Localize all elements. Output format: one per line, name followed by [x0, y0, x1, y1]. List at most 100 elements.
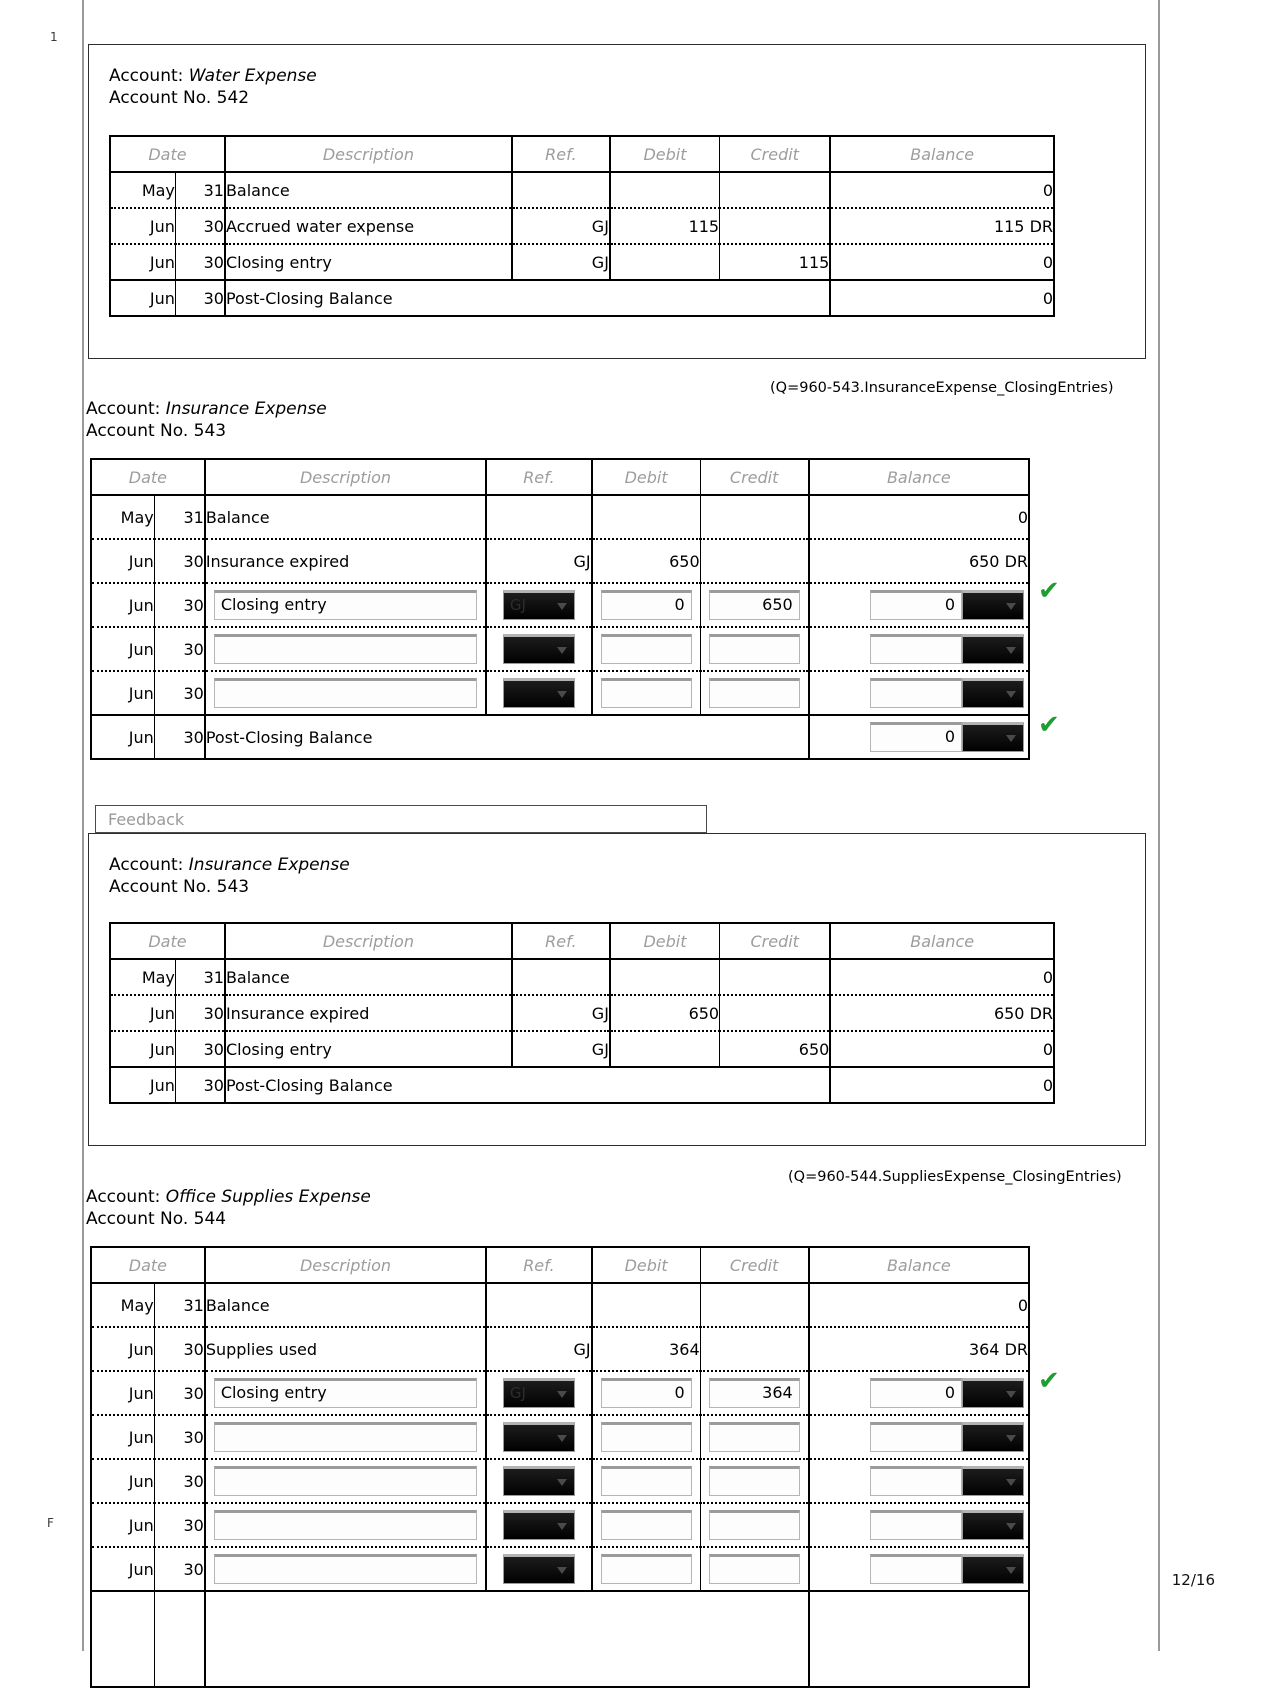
cell-credit-input[interactable]: 364: [699, 1371, 809, 1415]
cell-credit: 650: [719, 1031, 831, 1067]
cell-description-input[interactable]: [203, 627, 487, 671]
debit-input[interactable]: [600, 634, 692, 664]
ref-select[interactable]: [502, 1554, 575, 1584]
balance-direction-select[interactable]: [962, 1422, 1024, 1452]
credit-input[interactable]: [708, 1422, 800, 1452]
cell-ref-select[interactable]: [485, 1459, 592, 1503]
cell-credit-input[interactable]: 650: [699, 583, 809, 627]
balance-input[interactable]: [870, 1510, 962, 1540]
cell-balance-input[interactable]: 0: [807, 1371, 1029, 1415]
cell-debit-input[interactable]: [590, 1503, 701, 1547]
cell-balance-input[interactable]: [807, 671, 1029, 715]
cell-credit-input[interactable]: [699, 627, 809, 671]
cell-balance-input[interactable]: 0: [807, 583, 1029, 627]
cell-description-input[interactable]: [203, 1415, 487, 1459]
cell-balance-input[interactable]: [807, 1459, 1029, 1503]
cell-description-input[interactable]: [203, 671, 487, 715]
debit-input[interactable]: [600, 1510, 692, 1540]
cell-debit-input[interactable]: [590, 627, 701, 671]
cell-debit-input[interactable]: 0: [590, 1371, 701, 1415]
cell-credit-input[interactable]: [699, 1415, 809, 1459]
balance-direction-select[interactable]: [962, 1378, 1024, 1408]
balance-input[interactable]: [870, 634, 962, 664]
description-input[interactable]: Closing entry: [213, 590, 478, 620]
cell-ref-select[interactable]: [485, 1415, 592, 1459]
balance-input[interactable]: 0: [870, 722, 962, 752]
credit-input[interactable]: 650: [708, 590, 800, 620]
balance-input[interactable]: [870, 678, 962, 708]
cell-balance-input[interactable]: [807, 1547, 1029, 1591]
description-input[interactable]: [213, 1422, 478, 1452]
ledger-table: Date Description Ref. Debit Credit Balan…: [109, 922, 1055, 1104]
balance-direction-select[interactable]: [962, 1466, 1024, 1496]
description-input[interactable]: [213, 678, 478, 708]
debit-input[interactable]: [600, 1422, 692, 1452]
balance-direction-select[interactable]: [962, 634, 1024, 664]
balance-direction-select[interactable]: [962, 678, 1024, 708]
cell-balance-input[interactable]: [807, 1415, 1029, 1459]
credit-input[interactable]: [708, 678, 800, 708]
table-header-row: Date Description Ref. Debit Credit Balan…: [110, 136, 1054, 172]
ref-select[interactable]: [502, 1422, 575, 1452]
cell-description-input[interactable]: [203, 1459, 487, 1503]
credit-input[interactable]: [708, 1466, 800, 1496]
debit-input[interactable]: 0: [600, 590, 692, 620]
debit-input[interactable]: [600, 1554, 692, 1584]
description-input[interactable]: Closing entry: [213, 1378, 478, 1408]
cell-ref-select[interactable]: [485, 1547, 592, 1591]
cell-description: Balance: [203, 1283, 487, 1327]
cell-ref-select[interactable]: GJ: [485, 1371, 592, 1415]
balance-input[interactable]: 0: [870, 1378, 962, 1408]
credit-input[interactable]: [708, 634, 800, 664]
cell-debit-input[interactable]: 0: [590, 583, 701, 627]
balance-input[interactable]: [870, 1466, 962, 1496]
balance-direction-select[interactable]: [962, 1510, 1024, 1540]
description-input[interactable]: [213, 1554, 478, 1584]
cell-ref-select[interactable]: GJ: [485, 583, 592, 627]
table-row: May 31 Balance 0: [110, 172, 1054, 208]
cell-ref-select[interactable]: [485, 671, 592, 715]
cell-ref-select[interactable]: [485, 1503, 592, 1547]
debit-input[interactable]: 0: [600, 1378, 692, 1408]
cell-description-input[interactable]: Closing entry: [203, 1371, 487, 1415]
cell-day: 30: [153, 671, 205, 715]
balance-input[interactable]: [870, 1422, 962, 1452]
cell-balance-input[interactable]: [807, 627, 1029, 671]
description-input[interactable]: [213, 1466, 478, 1496]
ref-select[interactable]: [502, 1510, 575, 1540]
credit-input[interactable]: 364: [708, 1378, 800, 1408]
cell-description-input[interactable]: [203, 1503, 487, 1547]
balance-input[interactable]: 0: [870, 590, 962, 620]
cell-credit-input[interactable]: [699, 671, 809, 715]
credit-input[interactable]: [708, 1554, 800, 1584]
cell-debit-input[interactable]: [590, 1415, 701, 1459]
debit-input[interactable]: [600, 1466, 692, 1496]
balance-direction-select[interactable]: [962, 1554, 1024, 1584]
debit-input[interactable]: [600, 678, 692, 708]
cell-debit-input[interactable]: [590, 1459, 701, 1503]
account-title: Account: Insurance Expense: [109, 854, 350, 876]
ref-select[interactable]: GJ: [502, 590, 575, 620]
ref-select[interactable]: [502, 634, 575, 664]
feedback-input[interactable]: Feedback: [95, 805, 707, 833]
credit-input[interactable]: [708, 1510, 800, 1540]
cell-balance-input[interactable]: 0: [807, 715, 1029, 759]
cell-credit-input[interactable]: [699, 1459, 809, 1503]
balance-direction-select[interactable]: [962, 722, 1024, 752]
cell-description-input[interactable]: Closing entry: [203, 583, 487, 627]
table-row-total: Jun 30 Post-Closing Balance 0: [110, 1067, 1054, 1103]
ref-select[interactable]: [502, 1466, 575, 1496]
cell-credit-input[interactable]: [699, 1547, 809, 1591]
ref-select[interactable]: GJ: [502, 1378, 575, 1408]
cell-ref-select[interactable]: [485, 627, 592, 671]
cell-credit-input[interactable]: [699, 1503, 809, 1547]
description-input[interactable]: [213, 1510, 478, 1540]
balance-input[interactable]: [870, 1554, 962, 1584]
cell-debit-input[interactable]: [590, 671, 701, 715]
ref-select[interactable]: [502, 678, 575, 708]
balance-direction-select[interactable]: [962, 590, 1024, 620]
cell-description-input[interactable]: [203, 1547, 487, 1591]
cell-debit-input[interactable]: [590, 1547, 701, 1591]
cell-balance-input[interactable]: [807, 1503, 1029, 1547]
description-input[interactable]: [213, 634, 478, 664]
